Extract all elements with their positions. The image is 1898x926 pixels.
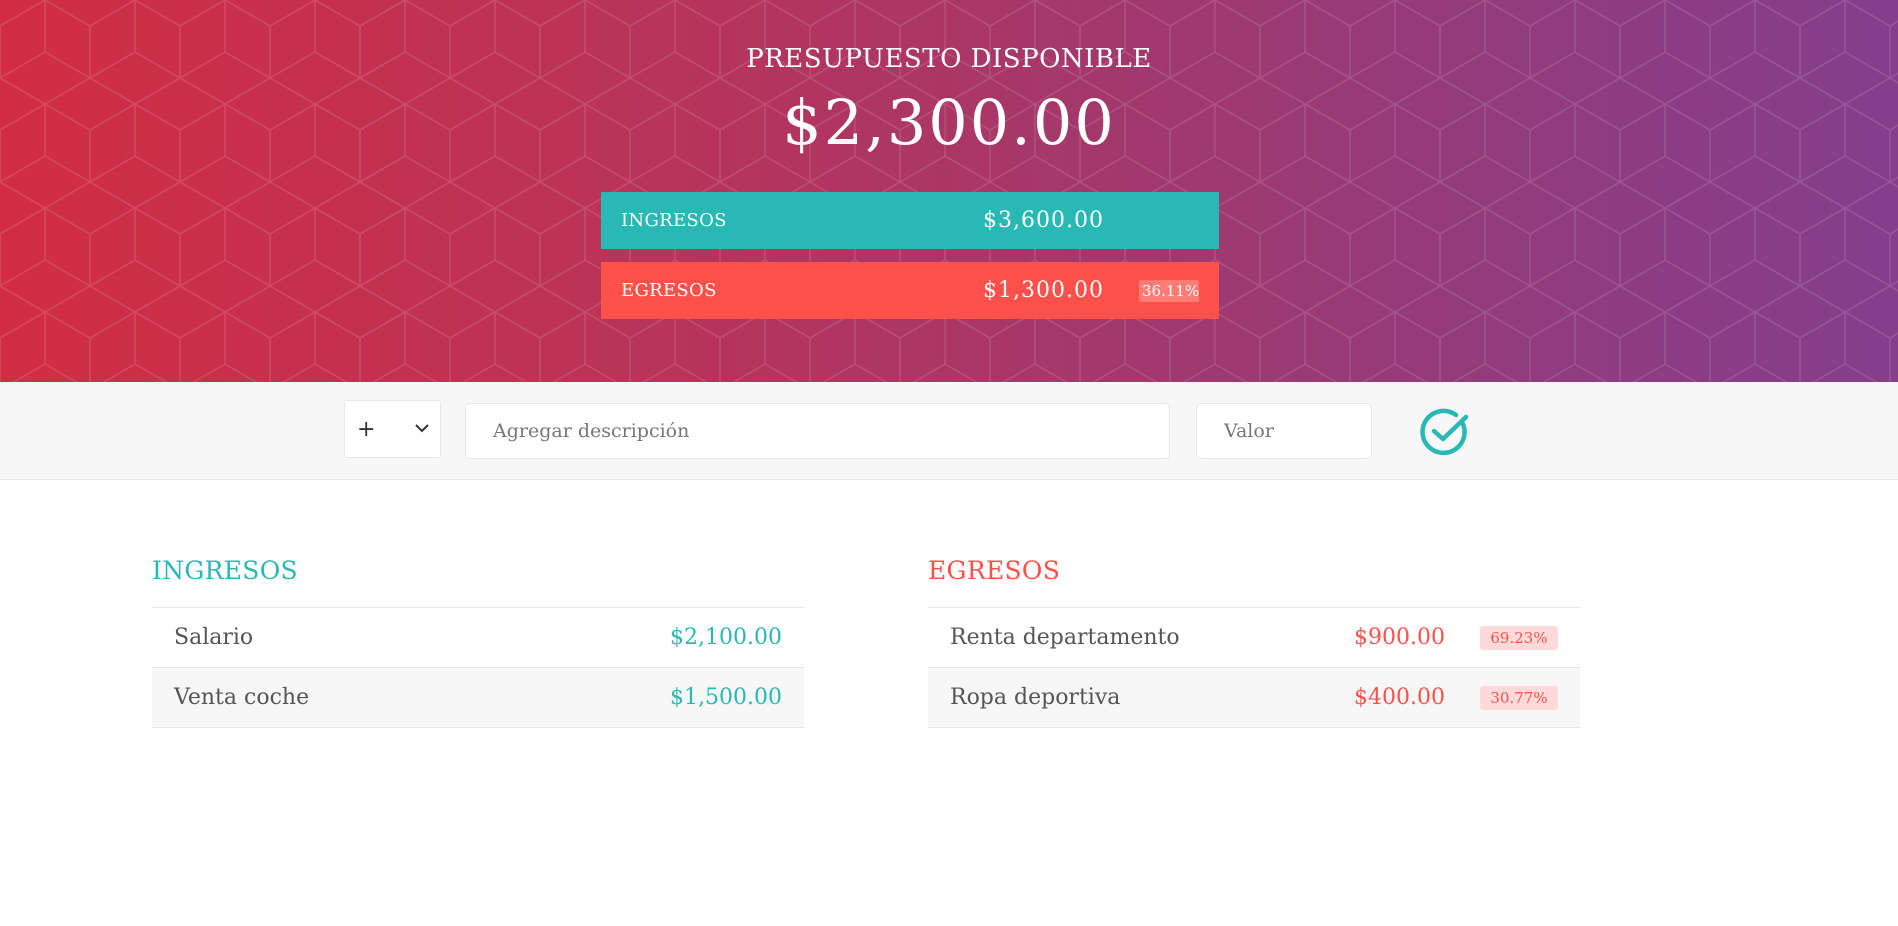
income-list-title: INGRESOS [152,556,298,585]
expense-list: Renta departamento $900.00 69.23% Ropa d… [928,607,1580,728]
income-column: INGRESOS Salario $2,100.00 Venta coche $… [152,556,804,728]
income-summary-label: INGRESOS [621,210,727,231]
budget-title: PRESUPUESTO DISPONIBLE [746,44,1152,74]
expense-list-title: EGRESOS [928,556,1061,585]
expense-item[interactable]: Ropa deportiva $400.00 30.77% [928,668,1580,728]
income-summary-value: $3,600.00 [983,208,1104,233]
add-entry-bar: + [0,382,1898,480]
expense-summary-value: $1,300.00 [983,278,1104,303]
expense-item[interactable]: Renta departamento $900.00 69.23% [928,608,1580,668]
expense-percentage-badge: 36.11% [1139,279,1199,302]
expense-item-percentage: 69.23% [1480,625,1558,650]
expense-summary-label: EGRESOS [621,280,717,301]
chevron-down-icon [414,421,430,437]
income-item[interactable]: Venta coche $1,500.00 [152,668,804,728]
add-button[interactable] [1418,405,1472,459]
income-item-value: $1,500.00 [670,685,782,710]
income-item-value: $2,100.00 [670,625,782,650]
expense-column: EGRESOS Renta departamento $900.00 69.23… [928,556,1580,728]
income-summary-spacer [1139,219,1199,223]
expense-item-description: Ropa deportiva [950,685,1121,710]
income-summary: INGRESOS $3,600.00 [601,192,1219,249]
expense-item-description: Renta departamento [950,625,1180,650]
type-select-value: + [357,416,376,442]
income-list: Salario $2,100.00 Venta coche $1,500.00 [152,607,804,728]
budget-header: PRESUPUESTO DISPONIBLE $2,300.00 INGRESO… [0,0,1898,382]
check-circle-icon [1420,408,1469,456]
expense-item-value: $400.00 [1354,685,1445,710]
income-item-description: Venta coche [174,685,310,710]
available-budget: $2,300.00 [782,86,1116,159]
expense-item-percentage: 30.77% [1480,685,1558,710]
expense-item-value: $900.00 [1354,625,1445,650]
income-item[interactable]: Salario $2,100.00 [152,608,804,668]
value-input[interactable] [1196,403,1372,459]
description-input[interactable] [465,403,1170,459]
expense-summary: EGRESOS $1,300.00 36.11% [601,262,1219,319]
income-item-description: Salario [174,625,254,650]
type-select[interactable]: + [344,400,441,458]
